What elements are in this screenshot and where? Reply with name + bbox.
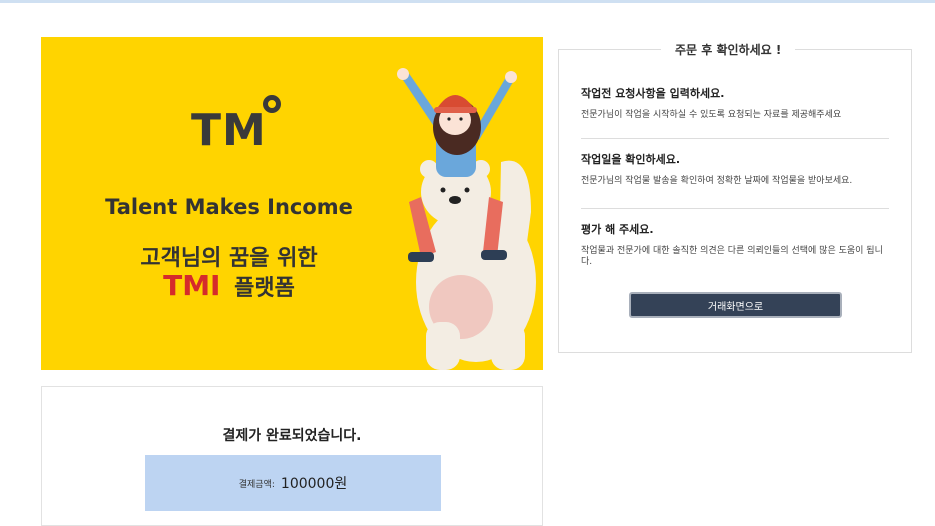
promo-banner: TM Talent Makes Income 고객님의 꿈을 위한 TMI 플랫… [41, 37, 543, 370]
amount-label: 결제금액: [238, 479, 275, 490]
banner-tagline: Talent Makes Income [105, 195, 353, 219]
amount-value: 100000원 [280, 476, 348, 492]
checklist-text: 전문가님의 작업물 발송을 확인하여 정확한 날짜에 작업물을 받아보세요. [581, 176, 853, 186]
payment-amount-box: 결제금액: 100000원 [145, 455, 441, 511]
checklist-heading: 작업전 요청사항을 입력하세요. [581, 87, 725, 100]
checklist-text: 작업물과 전문가에 대한 솔직한 의견은 다른 의뢰인들의 선택에 많은 도움이… [581, 246, 883, 267]
checklist-text: 전문가님이 작업을 시작하실 수 있도록 요청되는 자료를 제공해주세요 [581, 110, 842, 120]
payment-complete-card: 결제가 완료되었습니다. 결제금액: 100000원 [41, 386, 543, 526]
checklist-item-request: 작업전 요청사항을 입력하세요. 전문가님이 작업을 시작하실 수 있도록 요청… [581, 85, 891, 121]
checklist-heading: 평가 해 주세요. [581, 223, 654, 236]
divider [581, 208, 889, 209]
divider [581, 138, 889, 139]
payment-complete-title: 결제가 완료되었습니다. [222, 428, 362, 444]
banner-platform-word: 플랫폼 [234, 276, 295, 301]
top-divider [0, 0, 935, 3]
checklist-item-schedule: 작업일을 확인하세요. 전문가님의 작업물 발송을 확인하여 정확한 날짜에 작… [581, 151, 891, 187]
checklist-panel: 주문 후 확인하세요 ! 작업전 요청사항을 입력하세요. 전문가님이 작업을 … [558, 41, 912, 353]
checklist-heading: 작업일을 확인하세요. [581, 153, 681, 166]
bear-and-girl-illustration [397, 68, 536, 370]
panel-title: 주문 후 확인하세요 ! [661, 41, 796, 58]
go-to-transaction-button[interactable]: 거래화면으로 [629, 292, 842, 318]
logo-dot-icon [263, 95, 281, 113]
banner-korean-line2: TMI 플랫폼 [89, 269, 369, 302]
banner-korean-line1: 고객님의 꿈을 위한 [140, 246, 318, 271]
tmi-logo: TM [191, 105, 267, 156]
checklist-item-review: 평가 해 주세요. 작업물과 전문가에 대한 솔직한 의견은 다른 의뢰인들의 … [581, 221, 891, 268]
banner-tmi-word: TMI [163, 269, 221, 302]
